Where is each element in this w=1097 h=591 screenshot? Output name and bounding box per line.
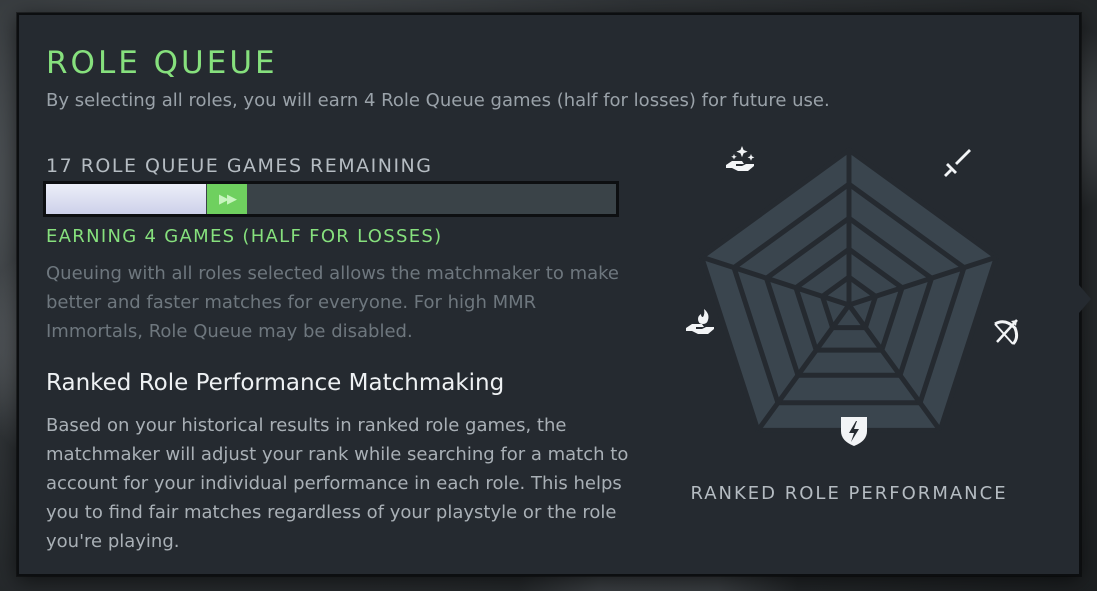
sword-icon xyxy=(944,149,971,177)
progress-fill xyxy=(46,184,206,214)
games-progress-bar: ▶▶ xyxy=(43,181,619,217)
games-remaining-label: 17 ROLE QUEUE GAMES REMAINING xyxy=(46,155,433,177)
fast-forward-icon: ▶▶ xyxy=(219,191,237,207)
radar-chart-label: RANKED ROLE PERFORMANCE xyxy=(690,483,1008,504)
role-queue-tooltip-panel: ROLE QUEUE By selecting all roles, you w… xyxy=(17,13,1091,576)
earning-games-indicator: ▶▶ xyxy=(207,184,247,214)
earning-label: EARNING 4 GAMES (HALF FOR LOSSES) xyxy=(46,226,443,247)
flame-hand-icon xyxy=(686,309,714,334)
lightning-shield-icon xyxy=(841,417,867,446)
sparkle-hand-icon xyxy=(726,146,755,171)
queue-description: Queuing with all roles selected allows t… xyxy=(46,263,619,342)
panel-subtitle: By selecting all roles, you will earn 4 … xyxy=(46,90,830,111)
bow-icon xyxy=(994,319,1019,346)
tooltip-pointer xyxy=(1079,285,1091,313)
performance-description: Based on your historical results in rank… xyxy=(46,415,629,552)
panel-title: ROLE QUEUE xyxy=(46,45,278,81)
performance-heading: Ranked Role Performance Matchmaking xyxy=(46,370,505,396)
progress-track: ▶▶ xyxy=(46,184,616,214)
